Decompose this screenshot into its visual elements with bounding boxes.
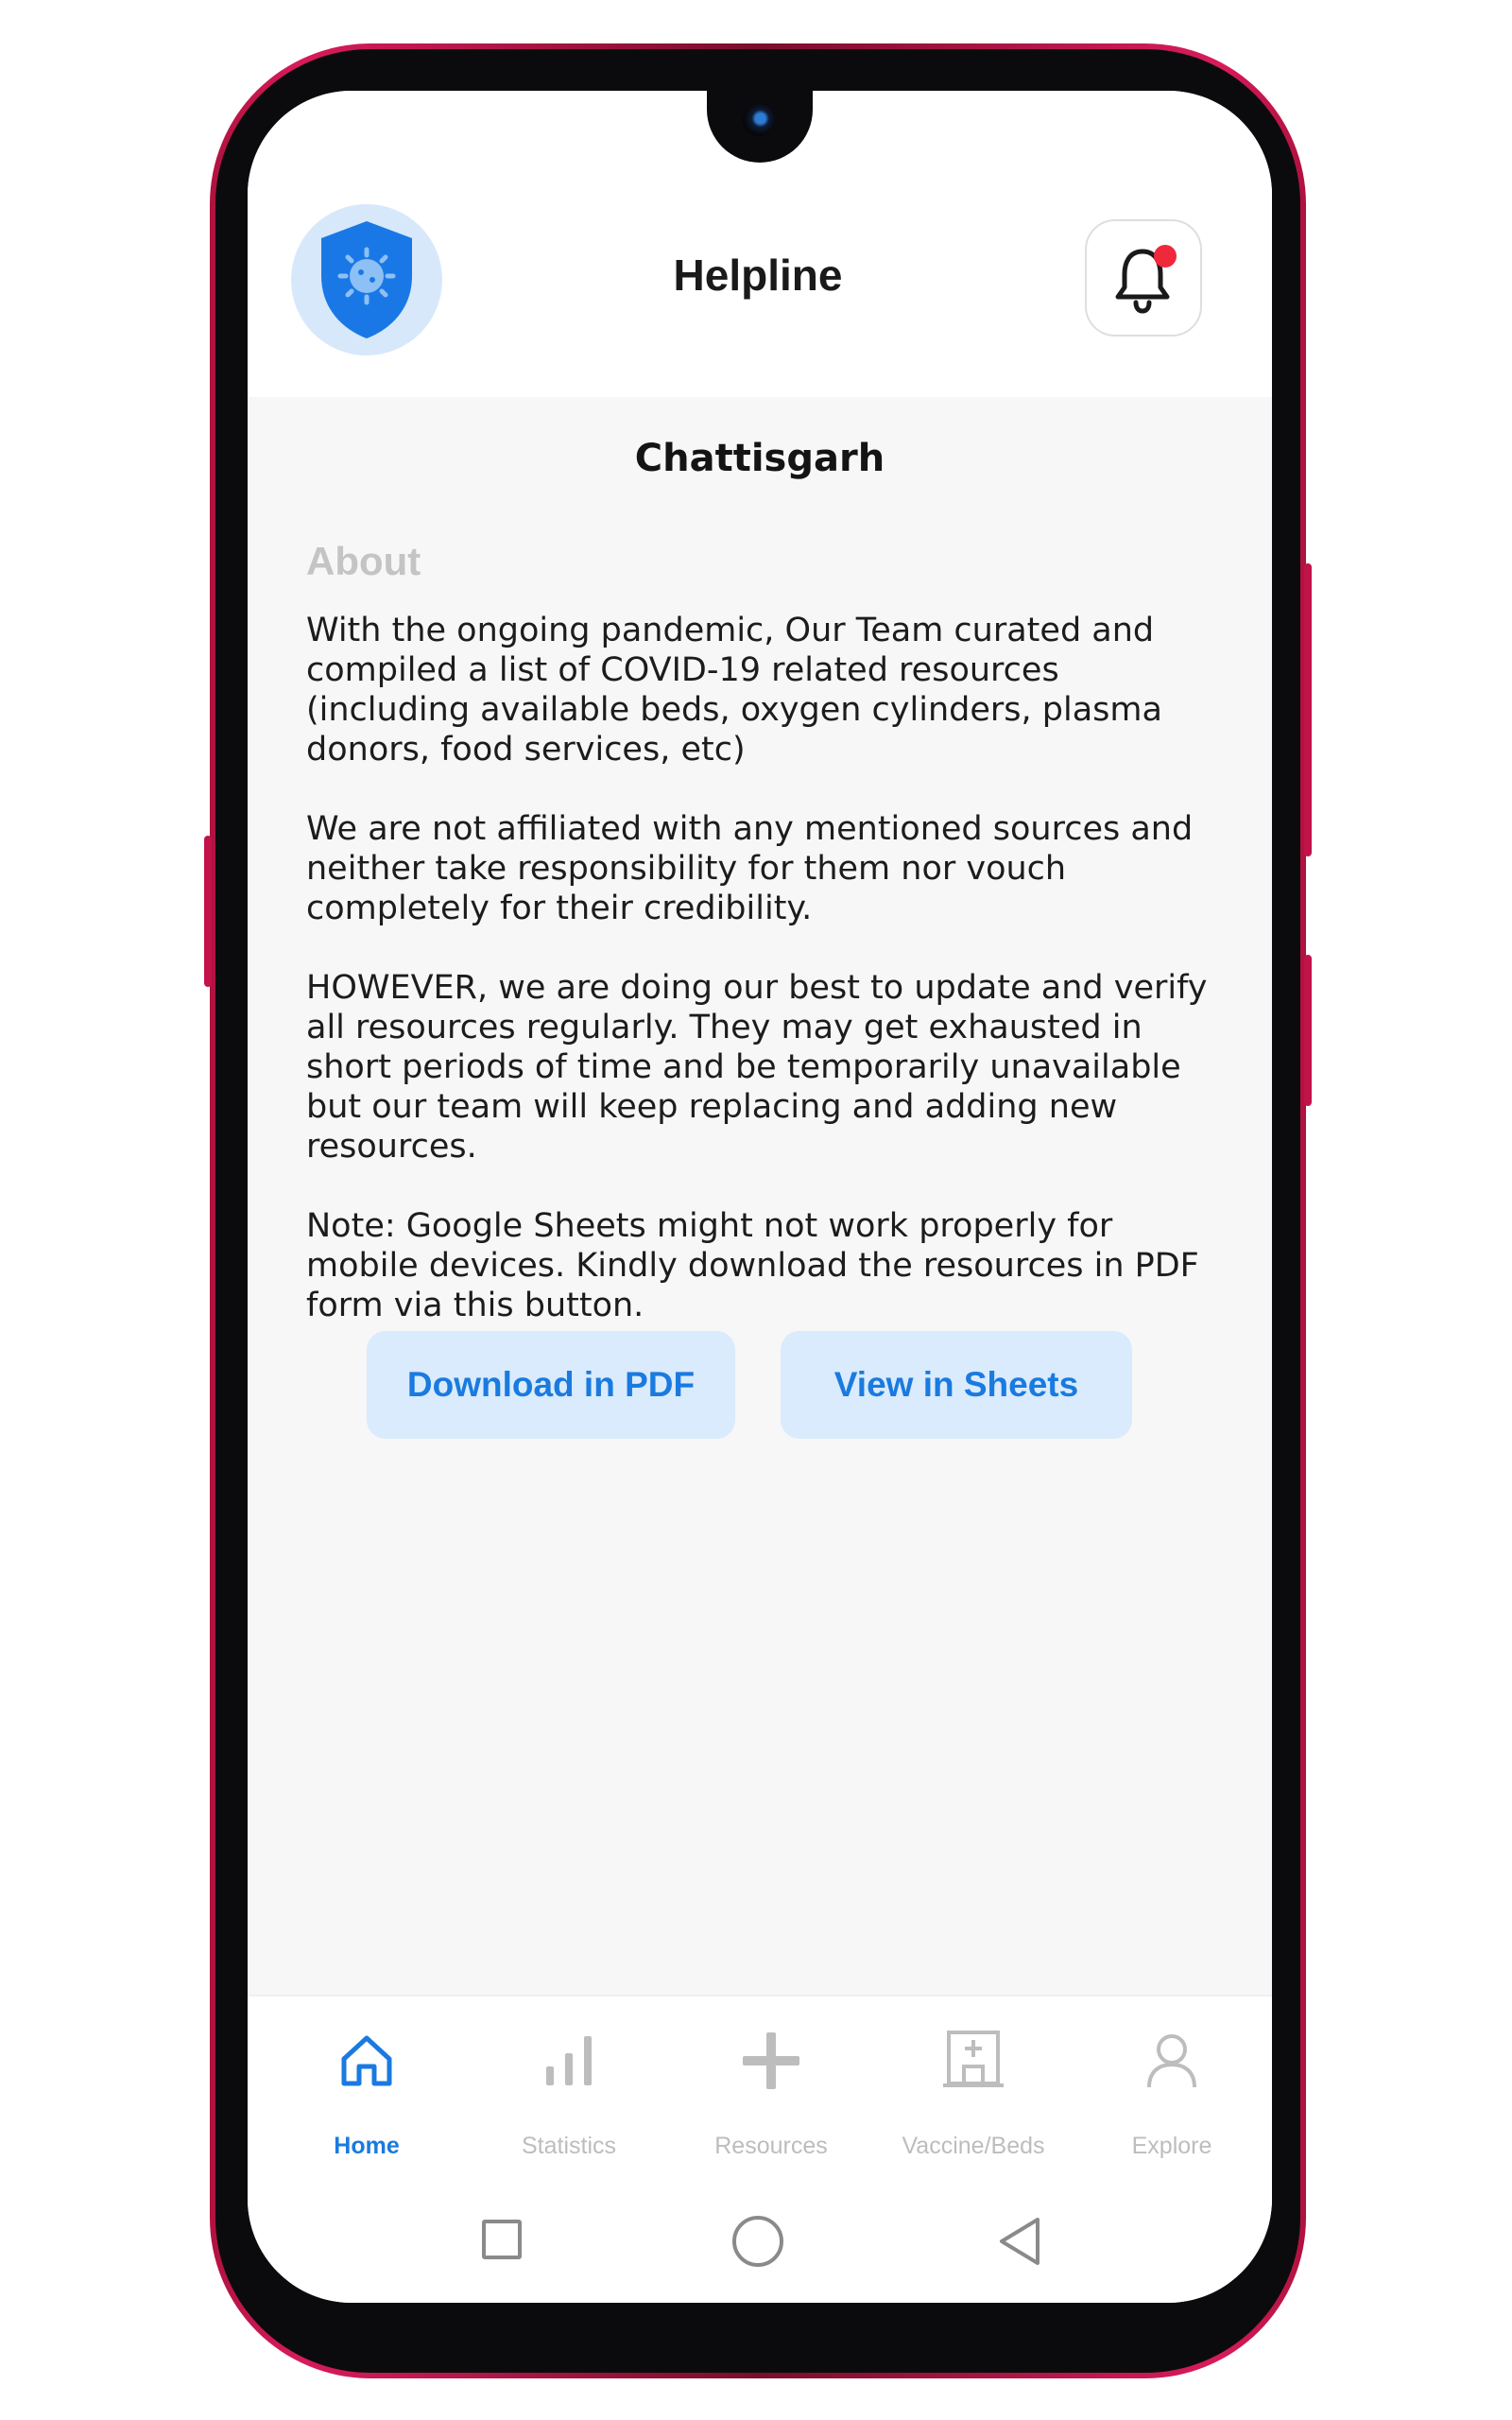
notification-dot [1154, 245, 1177, 268]
tab-label: Resources [714, 2133, 828, 2159]
state-title: Chattisgarh [634, 437, 885, 480]
shield-virus-icon [321, 221, 412, 338]
tab-vaccine-beds[interactable]: Vaccine/Beds [879, 1996, 1068, 2182]
circle-icon[interactable] [732, 2216, 783, 2267]
volume-button [204, 836, 212, 987]
about-paragraph: HOWEVER, we are doing our best to update… [306, 969, 1208, 1166]
square-icon[interactable] [482, 2220, 522, 2259]
side-button [1304, 955, 1312, 1106]
camera-notch [707, 91, 813, 163]
helpline-content: Chattisgarh About With the ongoing pande… [248, 397, 1272, 1995]
about-paragraph: We are not affiliated with any mentioned… [306, 810, 1194, 927]
app-screen: Helpline Chattisgarh About With the ongo… [248, 91, 1272, 2303]
home-icon [341, 2035, 392, 2086]
tab-resources[interactable]: Resources [677, 1996, 866, 2182]
about-label: About [306, 539, 421, 583]
tab-explore[interactable]: Explore [1077, 1996, 1266, 2182]
about-paragraph: With the ongoing pandemic, Our Team cura… [306, 612, 1162, 769]
tab-label: Vaccine/Beds [902, 2133, 1045, 2159]
system-nav-bar [248, 2182, 1272, 2303]
about-paragraph: Note: Google Sheets might not work prope… [306, 1207, 1199, 1324]
user-icon [1147, 2034, 1196, 2088]
app-header: Helpline [248, 91, 1272, 397]
device-mockup: Helpline Chattisgarh About With the ongo… [0, 0, 1512, 2420]
tab-home[interactable]: Home [272, 1996, 461, 2182]
hospital-icon [943, 2031, 1004, 2087]
triangle-back-icon[interactable] [996, 2216, 1043, 2267]
power-button [1304, 563, 1312, 856]
plus-icon [743, 2032, 799, 2089]
view-sheets-button[interactable]: View in Sheets [781, 1331, 1132, 1439]
bottom-tab-bar: Home Statistics Resources Vaccine/Beds E… [248, 1995, 1272, 2184]
tab-statistics[interactable]: Statistics [474, 1996, 663, 2182]
tab-label: Statistics [521, 2133, 617, 2159]
about-text: With the ongoing pandemic, Our Team cura… [306, 611, 1213, 1365]
app-logo[interactable] [291, 204, 442, 355]
bar-chart-icon [546, 2036, 592, 2085]
tab-label: Explore [1131, 2133, 1212, 2159]
page-title: Helpline [673, 251, 843, 300]
bell-icon [1115, 245, 1177, 314]
notification-button[interactable] [1085, 219, 1202, 337]
front-camera [743, 104, 775, 136]
tab-label: Home [334, 2133, 400, 2159]
download-pdf-button[interactable]: Download in PDF [367, 1331, 735, 1439]
